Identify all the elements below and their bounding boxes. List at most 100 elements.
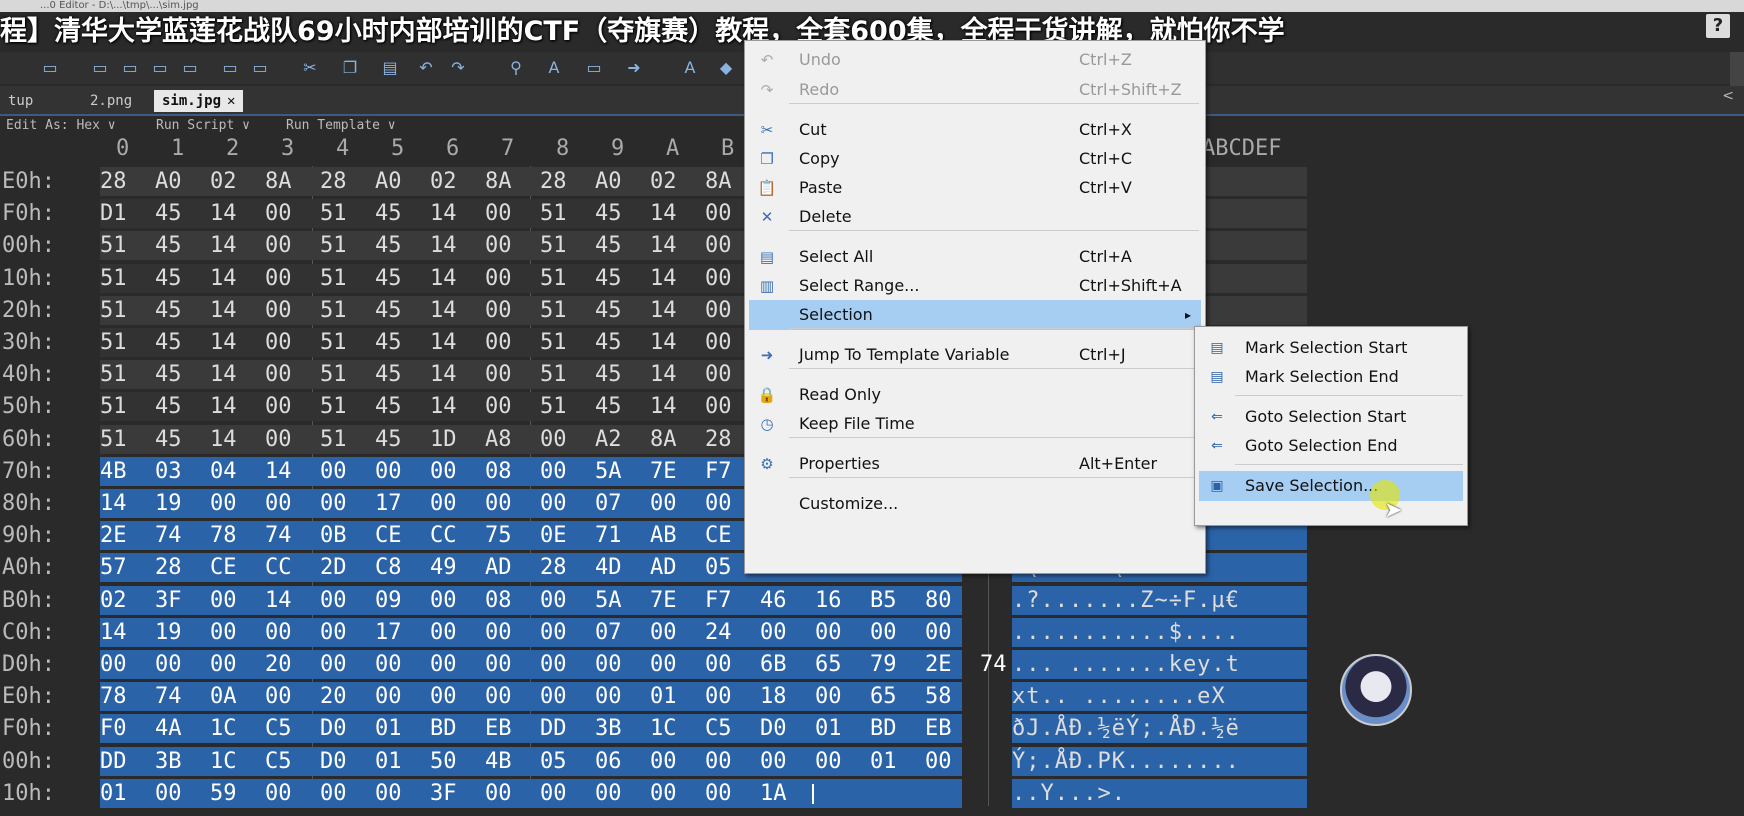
hex-byte[interactable]: 00 [265,295,292,327]
hex-byte[interactable]: 0A [210,681,237,713]
hex-byte[interactable]: 14 [210,424,237,456]
hex-byte[interactable]: CE [375,520,402,552]
hex-byte[interactable]: 01 [375,713,402,745]
hex-byte[interactable]: CE [705,520,732,552]
hex-byte[interactable]: 45 [375,424,402,456]
copy-tool-icon[interactable]: ❐ [340,58,360,78]
hex-byte[interactable]: DD [540,713,567,745]
hex-byte[interactable]: 0E [540,520,567,552]
hex-byte[interactable]: 28 [155,552,182,584]
hex-byte[interactable]: D0 [320,746,347,778]
hex-byte[interactable]: 0B [320,520,347,552]
undo-tool-icon[interactable]: ↶ [416,58,436,78]
hex-byte[interactable]: 00 [430,456,457,488]
hex-byte[interactable]: 14 [650,391,677,423]
menu-item-copy[interactable]: ❐ Copy Ctrl+C [749,144,1201,174]
hex-byte[interactable]: 17 [375,488,402,520]
hex-byte[interactable]: 14 [650,359,677,391]
hex-byte[interactable]: 65 [870,681,897,713]
hex-byte[interactable]: 00 [485,649,512,681]
hex-byte[interactable]: 14 [265,585,292,617]
hex-byte[interactable]: 1C [210,713,237,745]
hex-byte[interactable]: 80 [925,585,952,617]
hex-byte[interactable]: 00 [705,488,732,520]
hex-byte[interactable]: 16 [815,585,842,617]
hex-byte[interactable]: 45 [595,327,622,359]
hex-byte[interactable]: 2E [925,649,952,681]
hex-byte[interactable]: 14 [430,359,457,391]
hex-byte[interactable]: 00 [210,488,237,520]
hex-byte[interactable]: 00 [870,617,897,649]
hex-byte[interactable]: 00 [320,585,347,617]
print-preview-icon[interactable]: ▭ [180,58,200,78]
hex-byte[interactable]: 08 [485,456,512,488]
hex-byte[interactable]: 00 [540,778,567,810]
hex-byte[interactable]: 00 [485,391,512,423]
hex-byte[interactable]: C5 [705,713,732,745]
save-all-icon[interactable]: ▭ [120,58,140,78]
hex-byte[interactable]: 00 [815,746,842,778]
hex-byte[interactable]: 3B [595,713,622,745]
hex-byte[interactable]: 00 [650,617,677,649]
hex-byte[interactable]: 28 [320,166,347,198]
hex-byte[interactable]: 46 [760,585,787,617]
hex-byte[interactable]: 28 [540,166,567,198]
hex-byte[interactable]: F7 [705,585,732,617]
hex-byte[interactable]: 00 [485,198,512,230]
hex-byte[interactable]: 8A [265,166,292,198]
hex-byte[interactable]: 00 [155,778,182,810]
hex-byte[interactable]: 00 [485,488,512,520]
hex-byte[interactable]: 4D [595,552,622,584]
hex-byte[interactable]: 51 [320,263,347,295]
edit-as-dropdown[interactable]: Edit As: Hex ∨ [6,118,116,133]
hex-byte[interactable]: 00 [705,649,732,681]
menu-item-keep-file-time[interactable]: ◷ Keep File Time [749,409,1201,439]
hex-byte[interactable]: 8A [485,166,512,198]
hex-byte[interactable]: 51 [540,295,567,327]
hex-byte[interactable]: 00 [540,617,567,649]
hex-byte[interactable]: 49 [430,552,457,584]
hex-byte[interactable]: 00 [265,263,292,295]
hex-byte[interactable]: 45 [595,295,622,327]
hex-byte[interactable]: CC [430,520,457,552]
hex-byte[interactable]: 51 [100,263,127,295]
hex-byte[interactable]: 45 [155,327,182,359]
hex-byte[interactable]: 4B [485,746,512,778]
hex-byte[interactable]: 07 [595,488,622,520]
close-all-icon[interactable]: ▭ [250,58,270,78]
hex-byte[interactable]: 1C [650,713,677,745]
hex-byte[interactable]: 00 [595,681,622,713]
hex-byte[interactable]: 00 [705,198,732,230]
close-icon[interactable]: ✕ [227,93,235,109]
hex-byte[interactable]: C5 [265,746,292,778]
hex-byte[interactable]: 71 [595,520,622,552]
menu-item-read-only[interactable]: 🔒 Read Only [749,380,1201,410]
menu-item-delete[interactable]: ✕ Delete [749,202,1201,232]
hex-byte[interactable]: AD [485,552,512,584]
hex-byte[interactable]: 00 [265,230,292,262]
hex-byte[interactable]: 51 [320,295,347,327]
hex-byte[interactable]: 00 [430,681,457,713]
hex-byte[interactable]: 14 [210,391,237,423]
hex-byte[interactable]: 01 [815,713,842,745]
hex-byte[interactable]: 00 [705,295,732,327]
hex-byte[interactable]: 14 [430,230,457,262]
hex-byte[interactable]: 28 [100,166,127,198]
hex-byte[interactable]: F0 [100,713,127,745]
hex-byte[interactable]: 51 [540,391,567,423]
hex-byte[interactable]: 45 [155,391,182,423]
hex-byte[interactable]: 14 [210,198,237,230]
hex-byte[interactable]: 00 [265,778,292,810]
hex-byte[interactable]: 14 [100,488,127,520]
hex-byte[interactable]: 1D [430,424,457,456]
hex-byte[interactable]: 00 [705,327,732,359]
hex-byte[interactable]: 45 [595,198,622,230]
hex-byte[interactable]: 6B [760,649,787,681]
hex-byte[interactable]: 00 [540,424,567,456]
close-file-icon[interactable]: ▭ [220,58,240,78]
hex-byte[interactable]: 00 [705,359,732,391]
find-tool-icon[interactable]: ⚲ [506,58,526,78]
cut-tool-icon[interactable]: ✂ [300,58,320,78]
hex-byte[interactable]: 00 [485,295,512,327]
hex-byte[interactable]: 00 [265,617,292,649]
